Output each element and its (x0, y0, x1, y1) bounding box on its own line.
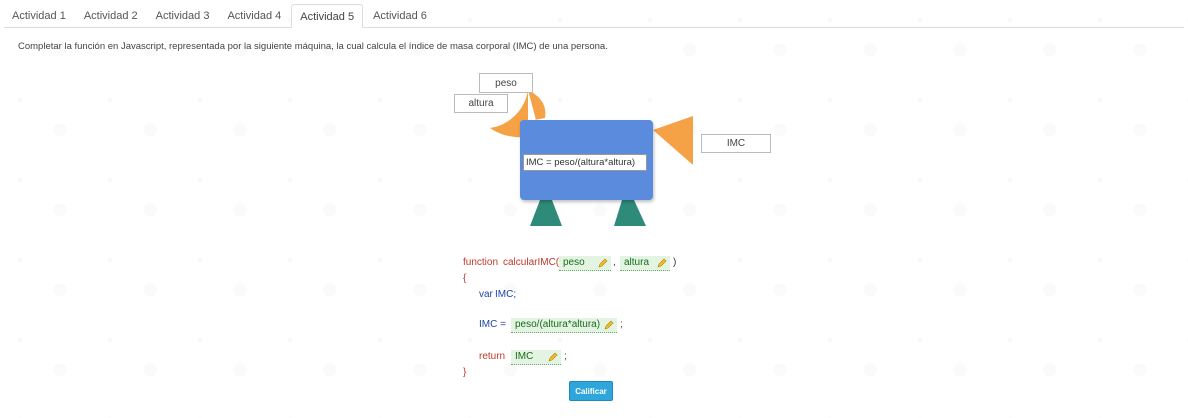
machine-illustration (490, 90, 693, 226)
input-altura-label: altura (454, 94, 508, 113)
assign-lhs: IMC = (479, 319, 506, 330)
left-leg-icon (530, 200, 562, 226)
return-keyword: return (479, 351, 506, 362)
machine-formula: IMC = peso/(altura*altura) (523, 154, 647, 171)
return-value: IMC (515, 351, 534, 362)
var-keyword: var (479, 289, 493, 300)
input-peso-label: peso (479, 73, 533, 93)
pencil-icon[interactable] (657, 258, 667, 268)
expression-slot[interactable]: peso/(altura*altura) (511, 318, 617, 333)
pencil-icon[interactable] (598, 258, 608, 268)
param1-value: peso (563, 257, 585, 268)
right-leg-icon (614, 200, 646, 226)
expression-value: peso/(altura*altura) (515, 319, 601, 330)
close-brace: } (463, 367, 467, 378)
output-imc-label: IMC (701, 134, 771, 153)
function-keyword: function (463, 257, 499, 268)
param2-value: altura (624, 257, 650, 268)
calificar-button[interactable]: Calificar (569, 381, 613, 401)
function-name: calcularIMC( (503, 257, 560, 268)
close-paren: ) (673, 257, 677, 268)
semicolon-1: ; (620, 319, 623, 330)
return-slot[interactable]: IMC (511, 350, 561, 365)
pencil-icon[interactable] (548, 352, 558, 362)
var-name: IMC; (495, 289, 517, 300)
open-brace: { (463, 273, 467, 284)
output-funnel-icon (653, 116, 693, 165)
semicolon-2: ; (564, 351, 567, 362)
pencil-icon[interactable] (604, 320, 614, 330)
param2-slot[interactable]: altura (620, 256, 670, 271)
comma: , (613, 257, 616, 268)
param1-slot[interactable]: peso (559, 256, 611, 271)
